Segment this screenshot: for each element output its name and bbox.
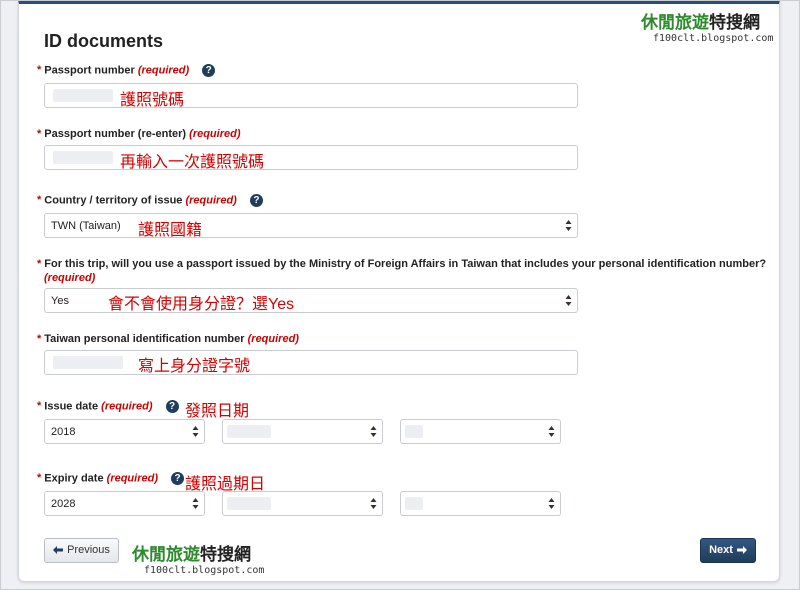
redacted-value — [405, 425, 423, 438]
help-icon[interactable]: ? — [249, 194, 263, 207]
watermark-url: f100clt.blogspot.com — [144, 565, 265, 576]
watermark-title-dark: 特搜網 — [709, 13, 760, 33]
taiwan-id-input[interactable] — [44, 350, 578, 375]
redacted-value — [53, 151, 113, 164]
issue-date-label: * Issue date (required) ? — [37, 400, 179, 413]
page-title: ID documents — [44, 31, 164, 51]
expiry-year-value: 2028 — [51, 498, 76, 510]
select-arrows-icon — [548, 426, 555, 437]
taiwan-id-label: * Taiwan personal identification number (… — [37, 333, 299, 345]
redacted-value — [227, 497, 271, 510]
watermark-title-green: 休閒旅遊 — [641, 13, 709, 33]
redacted-value — [227, 425, 271, 438]
issue-year-value: 2018 — [51, 426, 76, 438]
mofa-question-label: * For this trip, will you use a passport … — [37, 258, 767, 270]
watermark-top: 休閒旅遊特搜網 f100clt.blogspot.com — [641, 8, 773, 44]
passport-reenter-annotation: 再輸入一次護照號碼 — [120, 154, 265, 171]
select-arrows-icon — [370, 498, 377, 509]
issue-day-select[interactable] — [400, 419, 561, 444]
select-arrows-icon — [548, 498, 555, 509]
issue-date-annotation: 發照日期 — [185, 403, 250, 420]
expiry-date-label: * Expiry date (required) ? — [37, 472, 185, 485]
passport-number-label: * Passport number (required) ? — [37, 64, 216, 77]
mofa-select-value: Yes — [51, 295, 69, 307]
redacted-value — [53, 356, 123, 369]
redacted-value — [405, 497, 423, 510]
passport-reenter-label: * Passport number (re-enter) (required) — [37, 128, 241, 140]
country-label: * Country / territory of issue (required)… — [37, 194, 263, 207]
passport-number-annotation: 護照號碼 — [120, 92, 185, 109]
expiry-day-select[interactable] — [400, 491, 561, 516]
select-arrows-icon — [192, 498, 199, 509]
help-icon[interactable]: ? — [171, 472, 185, 485]
issue-year-select[interactable]: 2018 — [44, 419, 205, 444]
select-arrows-icon — [565, 220, 572, 231]
mofa-annotation: 會不會使用身分證？選Yes — [108, 296, 295, 313]
redacted-value — [53, 89, 113, 102]
next-button-label: Next — [709, 544, 733, 556]
select-arrows-icon — [192, 426, 199, 437]
watermark-title-green: 休閒旅遊 — [132, 545, 200, 565]
country-annotation: 護照國籍 — [138, 222, 203, 239]
expiry-year-select[interactable]: 2028 — [44, 491, 205, 516]
select-arrows-icon — [565, 295, 572, 306]
previous-button-label: Previous — [67, 544, 110, 556]
help-icon[interactable]: ? — [202, 64, 216, 77]
watermark-url: f100clt.blogspot.com — [653, 33, 774, 44]
country-select[interactable]: TWN (Taiwan) — [44, 213, 578, 238]
previous-button[interactable]: Previous — [44, 538, 119, 563]
issue-month-select[interactable] — [222, 419, 383, 444]
help-icon[interactable]: ? — [165, 400, 179, 413]
next-button[interactable]: Next — [700, 538, 756, 563]
taiwan-id-annotation: 寫上身分證字號 — [138, 358, 251, 375]
select-arrows-icon — [370, 426, 377, 437]
arrow-right-icon — [736, 546, 747, 555]
arrow-left-icon — [53, 546, 64, 555]
watermark-bottom: 休閒旅遊特搜網 f100clt.blogspot.com — [132, 540, 264, 576]
country-select-value: TWN (Taiwan) — [51, 220, 121, 232]
mofa-required-tag: (required) — [44, 272, 96, 284]
watermark-title-dark: 特搜網 — [200, 545, 251, 565]
expiry-month-select[interactable] — [222, 491, 383, 516]
